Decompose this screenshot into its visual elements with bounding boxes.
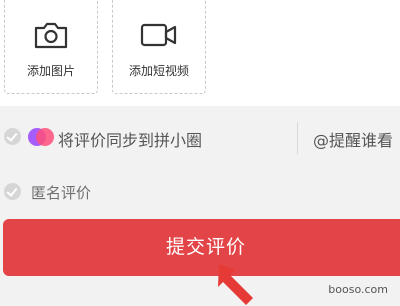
pinduoduo-circle-logo xyxy=(28,128,54,146)
anonymous-option-label[interactable]: 匿名评价 xyxy=(31,182,91,203)
submit-review-button[interactable]: 提交评价 xyxy=(3,219,400,276)
pointer-arrow-icon xyxy=(218,264,253,305)
option-divider xyxy=(297,122,298,154)
upload-area: 添加图片 添加短视频 xyxy=(0,0,400,106)
anonymous-option-row: 匿名评价 xyxy=(0,172,400,212)
sync-option-label[interactable]: 将评价同步到拼小圈 xyxy=(58,127,202,151)
camera-icon xyxy=(34,22,68,49)
add-video-button[interactable]: 添加短视频 xyxy=(112,0,206,94)
mention-button[interactable]: @提醒谁看 xyxy=(313,127,393,151)
add-photo-label: 添加图片 xyxy=(26,64,75,78)
anonymous-checkbox[interactable] xyxy=(4,183,21,200)
sync-checkbox[interactable] xyxy=(4,128,21,145)
add-video-label: 添加短视频 xyxy=(128,64,189,78)
sync-option-row: 将评价同步到拼小圈 @提醒谁看 xyxy=(0,117,400,157)
add-photo-button[interactable]: 添加图片 xyxy=(4,0,98,94)
video-camera-icon xyxy=(140,23,177,47)
watermark: booso.com xyxy=(328,283,388,296)
